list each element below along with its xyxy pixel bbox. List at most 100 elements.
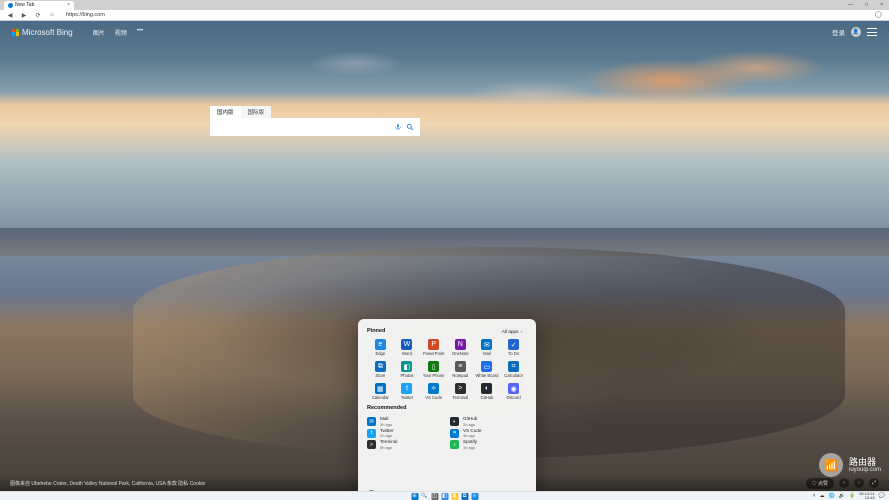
taskbar-search-icon[interactable]: 🔍 <box>421 493 428 500</box>
home-button[interactable]: ⌂ <box>48 11 56 19</box>
window-controls: — □ × <box>842 0 889 10</box>
notifications-icon[interactable]: 💬 <box>879 493 885 499</box>
white-board-icon: ▭ <box>481 361 492 372</box>
close-button[interactable]: × <box>880 2 883 8</box>
pinned-app-store[interactable]: ⧉Store <box>367 360 394 379</box>
app-label: GitHub <box>480 395 493 400</box>
nav-more[interactable]: ••• <box>137 28 143 37</box>
pinned-app-mail[interactable]: ✉Mail <box>474 338 501 357</box>
notepad-icon: ≡ <box>455 361 466 372</box>
app-label: To Do <box>508 351 519 356</box>
taskbar-explorer-icon[interactable]: ▮ <box>451 493 458 500</box>
pinned-app-discord[interactable]: ◉Discord <box>500 382 527 401</box>
pinned-app-your-phone[interactable]: ▯Your Phone <box>420 360 447 379</box>
forward-button[interactable]: ▶ <box>20 11 28 19</box>
signin-link[interactable]: 登录 <box>832 27 845 37</box>
onedrive-icon[interactable]: ☁ <box>819 493 824 499</box>
expand-image-button[interactable]: ⤢ <box>869 478 879 488</box>
browser-chrome: New Tab × — □ × ◀ ▶ ⟳ ⌂ https://bing.com… <box>0 0 889 21</box>
recommended-twitter[interactable]: tTwitter2h ago <box>367 429 444 439</box>
vs-code-icon: ⌗ <box>450 429 459 438</box>
pinned-app-onenote[interactable]: NOneNote <box>447 338 474 357</box>
nav-videos[interactable]: 视频 <box>115 28 127 37</box>
bing-logo[interactable]: Microsoft Bing <box>12 28 73 37</box>
recommended-vs-code[interactable]: ⌗VS Code4h ago <box>450 429 527 439</box>
bing-page: Microsoft Bing 图片 视频 ••• 登录 👤 国内版 国际版 <box>0 21 889 491</box>
calendar-icon: ▦ <box>375 383 386 394</box>
tab-international[interactable]: 国际版 <box>241 106 272 118</box>
pinned-app-terminal[interactable]: >Terminal <box>447 382 474 401</box>
like-chip[interactable]: ♡ 点赞 <box>806 478 834 489</box>
recommended-mail[interactable]: ✉Mail3h ago <box>367 417 444 427</box>
pinned-app-calendar[interactable]: ▦Calendar <box>367 382 394 401</box>
search-box <box>210 118 420 136</box>
address-bar: ◀ ▶ ⟳ ⌂ https://bing.com ◯ <box>0 10 889 21</box>
pinned-app-edge[interactable]: eEdge <box>367 338 394 357</box>
taskbar-store-icon[interactable]: ⧉ <box>461 493 468 500</box>
recommended-spotify[interactable]: ♪Spotify1h ago <box>450 440 527 450</box>
rec-sub: 2h ago <box>463 423 477 427</box>
recommended-github[interactable]: ◐GitHub2h ago <box>450 417 527 427</box>
url-input[interactable]: https://bing.com <box>62 12 869 18</box>
onenote-icon: N <box>455 339 466 350</box>
next-image-button[interactable]: › <box>854 478 864 488</box>
taskbar-widgets-icon[interactable]: ◧ <box>441 493 448 500</box>
pinned-app-photos[interactable]: ◧Photos <box>394 360 421 379</box>
pinned-app-twitter[interactable]: tTwitter <box>394 382 421 401</box>
app-label: Twitter <box>401 395 413 400</box>
reload-button[interactable]: ⟳ <box>34 11 42 19</box>
prev-image-button[interactable]: ‹ <box>839 478 849 488</box>
search-input[interactable] <box>216 124 390 130</box>
nav-images[interactable]: 图片 <box>93 28 105 37</box>
app-label: Calculator <box>504 373 523 378</box>
pinned-app-to-do[interactable]: ✓To Do <box>500 338 527 357</box>
tab-favicon-icon <box>8 3 13 8</box>
network-icon[interactable]: 🌐 <box>828 493 834 499</box>
rec-sub: 1h ago <box>463 446 477 450</box>
pinned-app-word[interactable]: WWord <box>394 338 421 357</box>
rec-name: Mail <box>380 417 392 422</box>
terminal-icon: > <box>367 440 376 449</box>
pinned-app-vs-code[interactable]: ⟡VS Code <box>420 382 447 401</box>
browser-tab[interactable]: New Tab × <box>4 1 74 10</box>
watermark-title: 路由器 <box>849 458 881 467</box>
close-icon[interactable]: × <box>67 2 70 8</box>
back-button[interactable]: ◀ <box>6 11 14 19</box>
mic-icon[interactable] <box>394 123 402 131</box>
rec-name: GitHub <box>463 417 477 422</box>
system-tray: ˄ ☁ 🌐 🔊 🔋 08:14:21 10:45 💬 <box>813 492 889 500</box>
pinned-grid: eEdgeWWordPPowerPointNOneNote✉Mail✓To Do… <box>367 338 527 401</box>
recommended-list: ✉Mail3h ago◐GitHub2h agotTwitter2h ago⌗V… <box>367 417 527 450</box>
calculator-icon: ⌗ <box>508 361 519 372</box>
pinned-app-notepad[interactable]: ≡Notepad <box>447 360 474 379</box>
watermark-sub: luyouqi.com <box>849 467 881 473</box>
battery-icon[interactable]: 🔋 <box>849 493 855 499</box>
minimize-button[interactable]: — <box>848 2 853 8</box>
pinned-app-white-board[interactable]: ▭White Board <box>474 360 501 379</box>
volume-icon[interactable]: 🔊 <box>839 493 845 499</box>
maximize-button[interactable]: □ <box>865 2 868 8</box>
github-icon: ◐ <box>481 383 492 394</box>
taskbar-clock[interactable]: 08:14:21 10:45 <box>859 492 875 500</box>
vs-code-icon: ⟡ <box>428 383 439 394</box>
rec-sub: 5h ago <box>380 446 397 450</box>
search-icon[interactable] <box>406 123 414 131</box>
microsoft-logo-icon <box>12 29 19 36</box>
taskbar-edge-icon[interactable]: e <box>471 493 478 500</box>
app-label: Mail <box>483 351 491 356</box>
chevron-up-icon[interactable]: ˄ <box>813 493 816 499</box>
pinned-app-github[interactable]: ◐GitHub <box>474 382 501 401</box>
profile-icon[interactable]: ◯ <box>875 11 883 19</box>
twitter-icon: t <box>367 429 376 438</box>
user-avatar-icon[interactable]: 👤 <box>851 27 861 37</box>
menu-icon[interactable] <box>867 28 877 36</box>
pinned-app-powerpoint[interactable]: PPowerPoint <box>420 338 447 357</box>
recommended-terminal[interactable]: >Terminal5h ago <box>367 440 444 450</box>
mail-icon: ✉ <box>367 417 376 426</box>
taskbar-taskview-icon[interactable]: ◫ <box>431 493 438 500</box>
powerpoint-icon: P <box>428 339 439 350</box>
taskbar-start-icon[interactable]: ⊞ <box>411 493 418 500</box>
pinned-app-calculator[interactable]: ⌗Calculator <box>500 360 527 379</box>
tab-domestic[interactable]: 国内版 <box>210 106 241 118</box>
all-apps-button[interactable]: All apps › <box>497 327 527 335</box>
